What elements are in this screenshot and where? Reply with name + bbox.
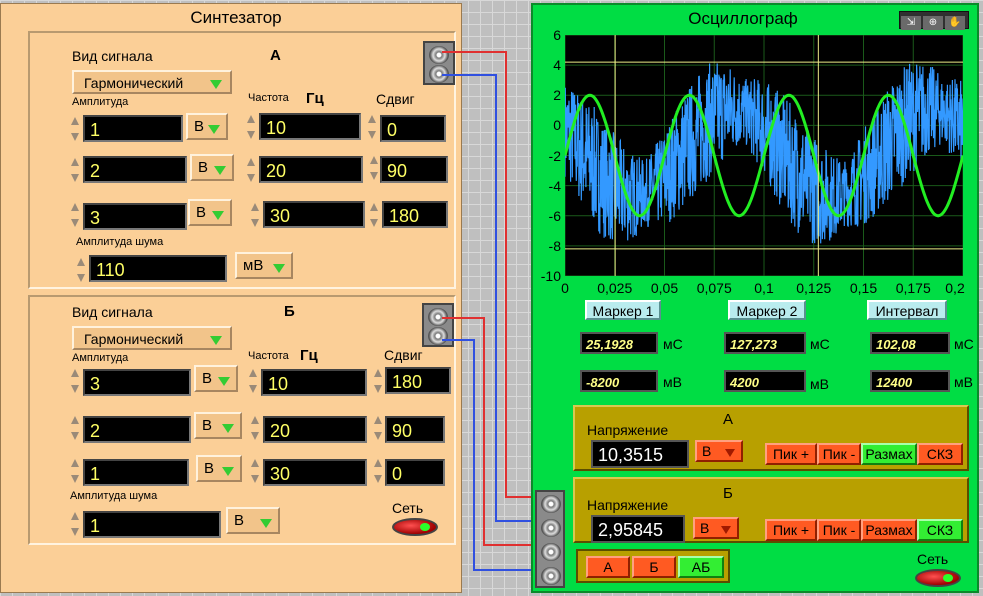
oscillogram-plot[interactable] [563,34,965,277]
voltage-a-value: 10,3515 [591,440,689,468]
marker2-time: 127,273 [724,332,806,354]
plot-canvas [563,34,965,277]
wire-b1 [442,317,540,546]
source-select-box: А Б АБ [576,549,730,583]
y-tick-label: 4 [553,57,561,74]
source-b-button[interactable]: Б [632,556,676,578]
x-tick-label: 0 [561,280,569,296]
x-tick-label: 0,175 [895,280,931,296]
osc-power-button[interactable] [915,569,961,587]
osc-title: Осциллограф [688,9,798,28]
osc-power-label: Сеть [917,551,949,567]
volt-unit: мВ [954,374,973,390]
y-tick-label: -4 [548,177,561,194]
connector-icon[interactable] [541,567,561,585]
x-tick-label: 0,15 [849,280,878,296]
x-tick-label: 0,075 [696,280,732,296]
voltage-b-unit[interactable]: В [693,517,739,539]
volt-unit: мВ [810,376,829,392]
source-a-button[interactable]: А [586,556,630,578]
marker1-time: 25,1928 [580,332,658,354]
range-a-button[interactable]: Размах [861,443,917,465]
y-tick-label: 0 [553,117,561,134]
y-tick-label: -6 [548,207,561,224]
interval-button[interactable]: Интервал [867,300,947,320]
zoom-pan-icon[interactable]: ⇲ [901,16,921,30]
peak-minus-b-button[interactable]: Пик - [817,519,861,541]
rms-b-button[interactable]: СКЗ [917,519,963,541]
y-tick-label: -2 [548,147,561,164]
peak-plus-b-button[interactable]: Пик + [765,519,817,541]
x-tick-label: 0,05 [650,280,679,296]
unit-value: В [702,443,712,459]
x-tick-label: 0,125 [796,280,832,296]
voltage-b-box: Напряжение Б 2,95845 В Пик + Пик - Разма… [573,477,969,543]
time-unit: мС [954,336,974,352]
x-tick-label: 0,1 [754,280,774,296]
wire-a2 [442,74,540,522]
interval-time: 102,08 [870,332,950,354]
hand-icon[interactable]: ✋ [945,16,965,30]
volt-unit: мВ [663,374,682,390]
marker2-button[interactable]: Маркер 2 [728,300,806,320]
unit-value: В [700,520,710,536]
interval-volt: 12400 [870,370,950,392]
wire-b2 [442,339,540,571]
connector-icon[interactable] [541,495,561,513]
rms-a-button[interactable]: СКЗ [917,443,963,465]
wire-a1 [442,51,540,498]
time-unit: мС [810,336,830,352]
channel-a-label: А [723,411,734,428]
peak-plus-a-button[interactable]: Пик + [765,443,817,465]
voltage-a-unit[interactable]: В [695,440,743,462]
y-tick-label: -8 [548,237,561,254]
graph-toolbar: ⇲ ⊕ ✋ [899,11,969,30]
osc-input-block [535,490,565,588]
chevron-down-icon [725,449,735,457]
zoom-icon[interactable]: ⊕ [923,16,943,30]
connector-icon[interactable] [541,519,561,537]
connector-icon[interactable] [541,543,561,561]
marker1-volt: -8200 [580,370,658,392]
voltage-label: Напряжение [587,497,669,513]
source-ab-button[interactable]: АБ [678,556,724,578]
channel-b-label: Б [723,485,733,502]
x-tick-label: 0,025 [597,280,633,296]
peak-minus-a-button[interactable]: Пик - [817,443,861,465]
y-tick-label: 2 [553,87,561,104]
voltage-label: Напряжение [587,422,669,438]
marker1-button[interactable]: Маркер 1 [585,300,661,320]
range-b-button[interactable]: Размах [861,519,917,541]
y-tick-label: 6 [553,27,561,43]
oscilloscope-panel: Осциллограф ⇲ ⊕ ✋ 6 4 2 0 -2 -4 -6 -8 -10 0 0,025 0,… [531,3,979,593]
marker2-volt: 4200 [724,370,806,392]
chevron-down-icon [721,526,731,534]
voltage-b-value: 2,95845 [591,515,685,543]
voltage-a-box: Напряжение А 10,3515 В Пик + Пик - Разма… [573,405,969,471]
x-tick-label: 0,2 [945,280,965,296]
time-unit: мС [663,336,683,352]
